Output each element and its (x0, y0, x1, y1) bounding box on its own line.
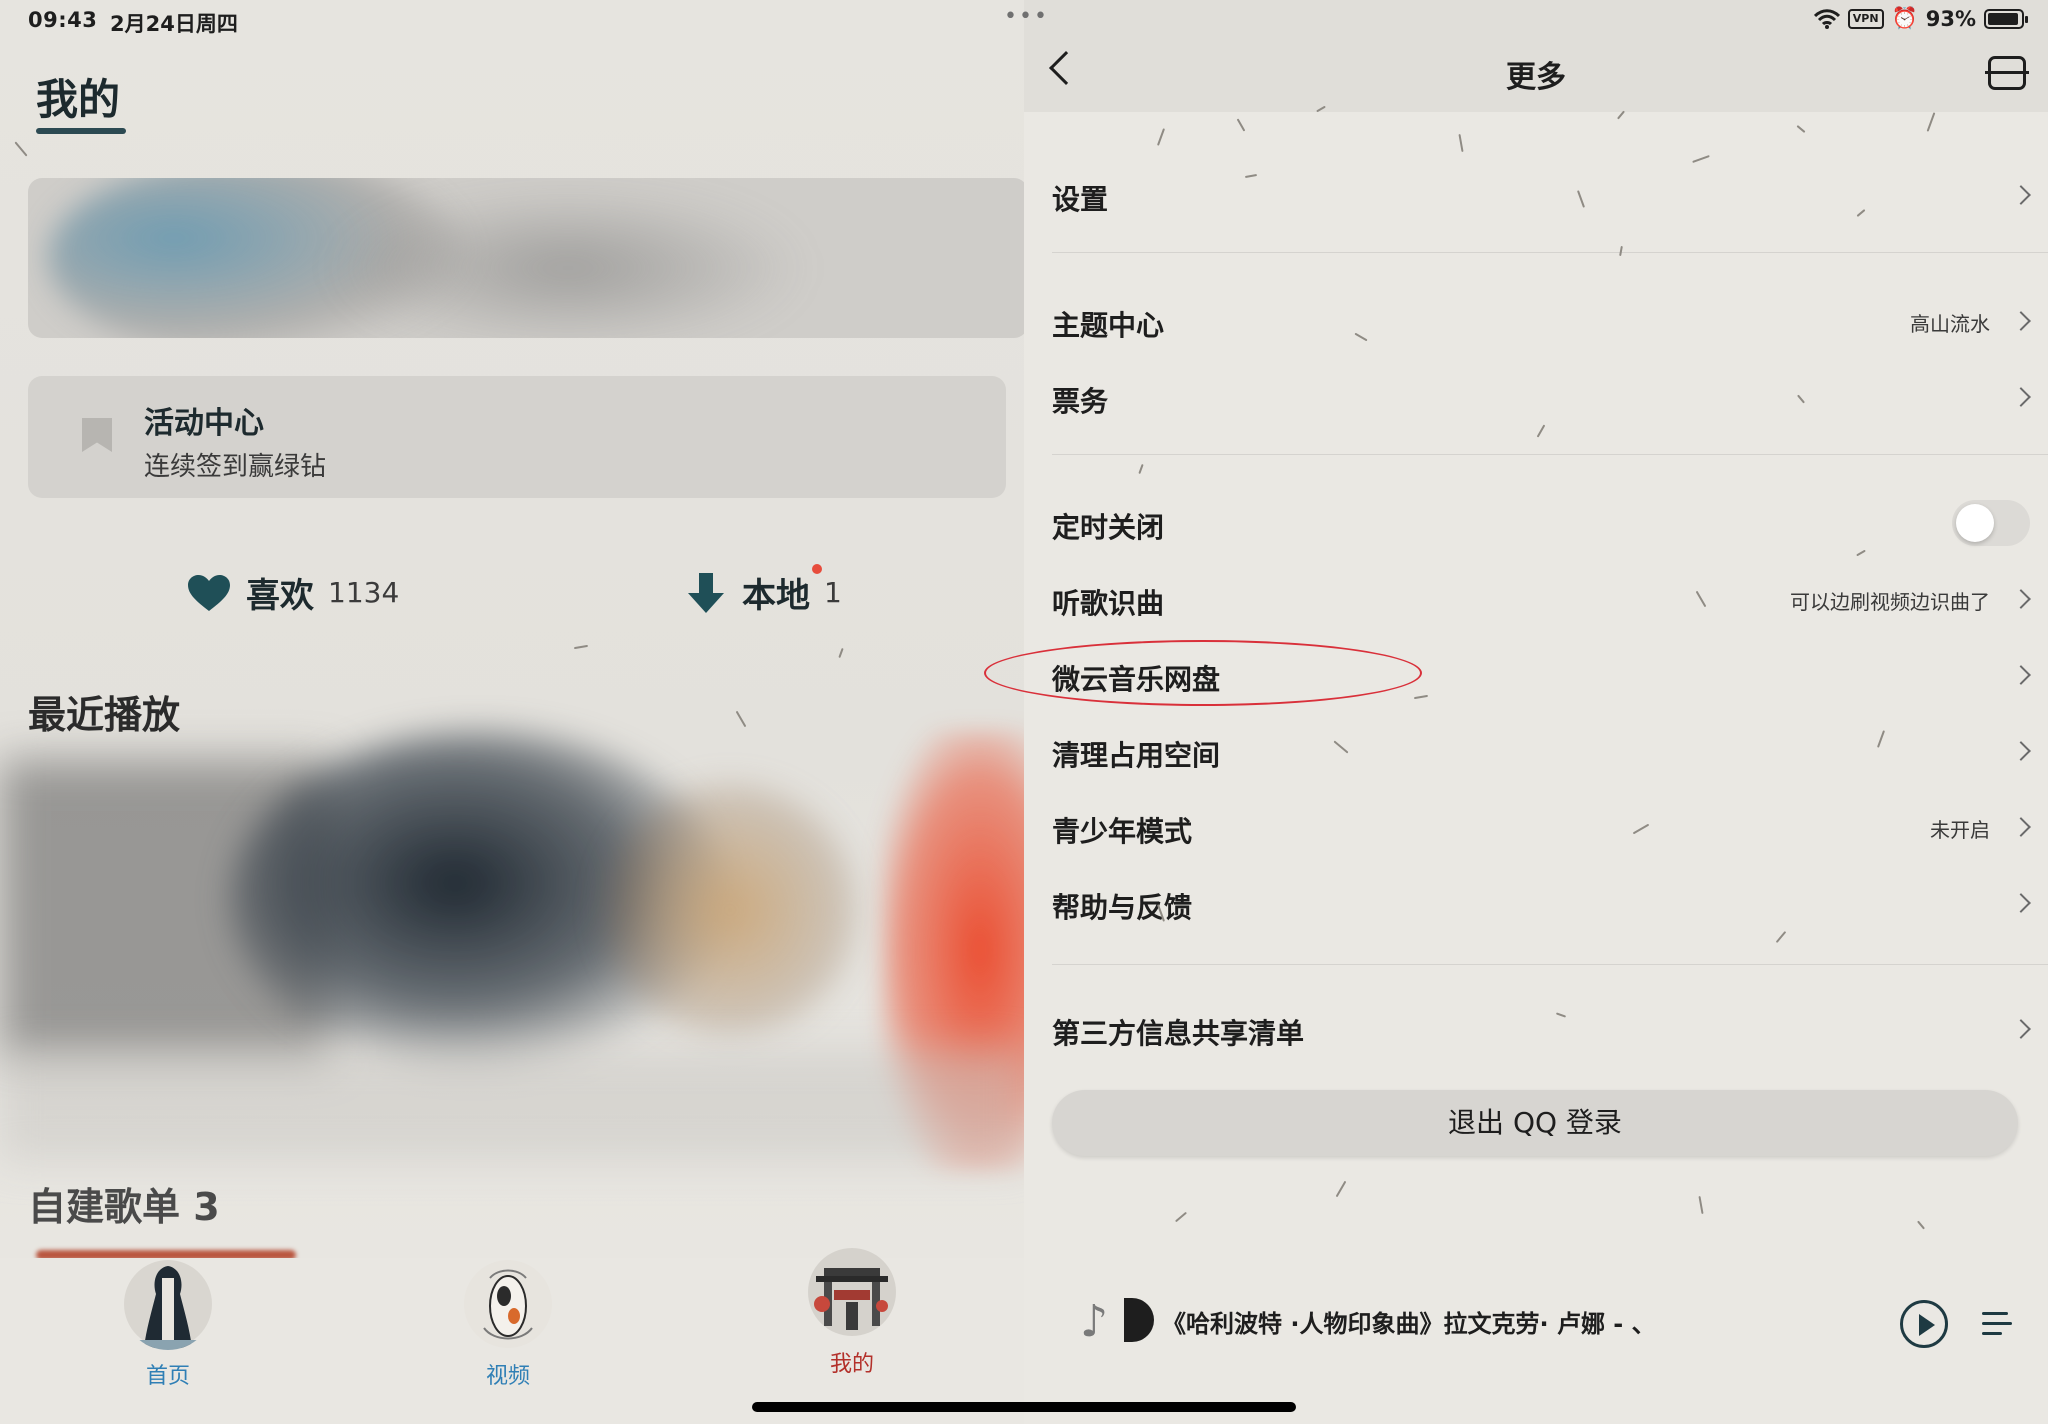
alarm-icon: ⏰ (1891, 6, 1918, 30)
chevron-right-icon (2011, 387, 2031, 407)
row-value: 可以边刷视频边识曲了 (1790, 590, 1990, 614)
local-label: 本地 (742, 576, 810, 616)
page-title: 我的 (36, 75, 121, 124)
my-page-panel: 我的 活动中心 连续签到赢绿钻 喜欢 1134 本地 1 最近播放 自建歌单 3 (0, 0, 1024, 1258)
scan-icon[interactable] (1985, 56, 2029, 90)
chevron-right-icon (2011, 893, 2031, 913)
video-tab-icon (462, 1258, 554, 1350)
activity-subtitle: 连续签到赢绿钻 (144, 452, 327, 482)
row-label: 设置 (1052, 183, 1109, 216)
highlight-annotation-ellipse (984, 640, 1422, 706)
status-right-group: VPN ⏰ 93% (1813, 6, 2028, 31)
tab-video[interactable]: 视频 (448, 1258, 568, 1390)
tab-home[interactable]: 首页 (108, 1258, 228, 1390)
chevron-right-icon (2011, 1019, 2031, 1039)
sleep-timer-toggle[interactable] (1952, 500, 2030, 546)
heart-icon (188, 574, 230, 611)
title-underline (36, 128, 126, 134)
more-settings-panel: 更多 设置 主题中心 高山流水 票务 定时关闭 听歌识曲 可以边刷视频边识曲了 … (1024, 0, 2048, 1424)
row-help-feedback[interactable]: 帮助与反馈 (1052, 874, 2032, 934)
logout-button[interactable]: 退出 QQ 登录 (1052, 1090, 2018, 1156)
row-clear-storage[interactable]: 清理占用空间 (1052, 722, 2032, 782)
home-indicator[interactable] (752, 1402, 1296, 1412)
self-playlist-title: 自建歌单 3 (28, 1185, 220, 1229)
vpn-badge: VPN (1847, 8, 1884, 29)
battery-percent: 93% (1925, 6, 1976, 31)
row-label: 票务 (1052, 385, 1109, 418)
row-label: 帮助与反馈 (1052, 891, 1193, 924)
mini-player[interactable]: ♪ 《哈利波特 ·人物印象曲》拉文克劳· 卢娜 - 、 (1024, 1282, 2048, 1372)
tab-mine[interactable]: 我的 (792, 1246, 912, 1378)
playlist-cover-strip (36, 1250, 296, 1258)
now-playing-title[interactable]: 《哈利波特 ·人物印象曲》拉文克劳· 卢娜 - 、 (1162, 1304, 1656, 1339)
activity-title: 活动中心 (144, 406, 264, 441)
chevron-right-icon (2011, 311, 2031, 331)
divider (1052, 964, 2048, 965)
album-disc-icon (1124, 1298, 1154, 1342)
bottom-tab-bar: 首页 视频 我的 (0, 1248, 1024, 1408)
row-song-recognition[interactable]: 听歌识曲 可以边刷视频边识曲了 (1052, 570, 2032, 630)
multitask-dots-icon[interactable]: ••• (1004, 4, 1049, 29)
likes-label: 喜欢 (246, 576, 314, 616)
profile-card-blurred[interactable] (28, 178, 1024, 338)
row-teen-mode[interactable]: 青少年模式 未开启 (1052, 798, 2032, 858)
bookmark-icon (82, 418, 112, 452)
row-label: 主题中心 (1052, 309, 1165, 342)
row-sleep-timer[interactable]: 定时关闭 (1052, 494, 2032, 554)
download-arrow-icon (688, 572, 724, 613)
status-bar: 09:43 2月24日周四 ••• VPN ⏰ 93% (0, 0, 2048, 42)
home-tab-icon (122, 1258, 214, 1350)
row-label: 第三方信息共享清单 (1052, 1017, 1305, 1050)
row-theme-center[interactable]: 主题中心 高山流水 (1052, 292, 2032, 352)
toggle-knob (1956, 504, 1994, 542)
battery-level (1988, 12, 2018, 25)
row-value: 未开启 (1930, 818, 1990, 842)
divider (1052, 252, 2048, 253)
row-label: 定时关闭 (1052, 511, 1165, 544)
likes-count: 1134 (328, 576, 400, 609)
tab-video-label: 视频 (485, 1364, 530, 1389)
mine-tab-icon (806, 1246, 898, 1338)
chevron-right-icon (2011, 741, 2031, 761)
tab-mine-label: 我的 (829, 1352, 874, 1377)
row-third-party-sharing[interactable]: 第三方信息共享清单 (1052, 1000, 2032, 1060)
row-label: 清理占用空间 (1052, 739, 1221, 772)
row-settings[interactable]: 设置 (1052, 166, 2032, 226)
new-badge-dot (812, 564, 822, 574)
likes-button[interactable]: 喜欢 1134 (186, 568, 399, 617)
chevron-right-icon (2011, 185, 2031, 205)
divider (1052, 454, 2048, 455)
local-count: 1 (824, 576, 842, 609)
chevron-right-icon (2011, 817, 2031, 837)
play-button[interactable] (1900, 1300, 1948, 1348)
blurred-profile-info (328, 188, 808, 338)
local-music-button[interactable]: 本地 1 (684, 568, 842, 617)
row-tickets[interactable]: 票务 (1052, 368, 2032, 428)
activity-center-card[interactable]: 活动中心 连续签到赢绿钻 (28, 376, 1006, 498)
battery-icon (1984, 8, 2028, 29)
panel-title: 更多 (1506, 60, 1566, 95)
wifi-icon (1813, 8, 1840, 29)
status-time: 09:43 (28, 8, 98, 32)
chevron-right-icon (2011, 665, 2031, 685)
playlist-icon[interactable] (1982, 1310, 2016, 1338)
row-label: 青少年模式 (1052, 815, 1193, 848)
chevron-right-icon (2011, 589, 2031, 609)
tab-home-label: 首页 (145, 1364, 190, 1389)
status-date: 2月24日周四 (110, 12, 238, 36)
row-value: 高山流水 (1910, 312, 1990, 336)
music-note-icon: ♪ (1080, 1296, 1109, 1347)
recent-plays-title: 最近播放 (28, 693, 181, 737)
row-label: 听歌识曲 (1052, 587, 1165, 620)
recent-plays-blurred[interactable] (0, 690, 1024, 1170)
